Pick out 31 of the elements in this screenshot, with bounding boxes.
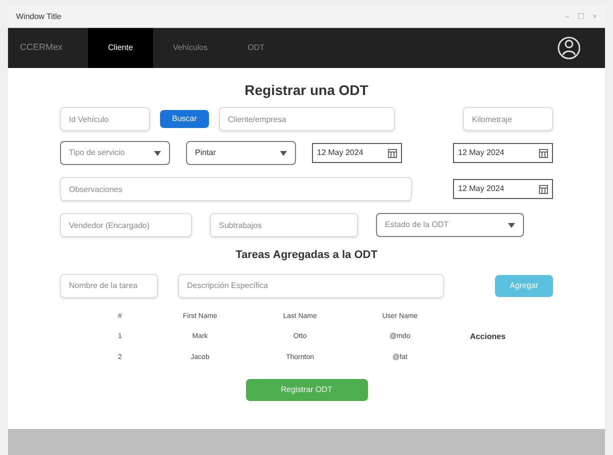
submit-button[interactable]: Registrar ODT [246,379,368,401]
input-field[interactable]: Id Vehículo [60,107,150,131]
input-field[interactable]: Subtrabajos [210,213,358,237]
select-field[interactable]: Pintar [186,141,296,165]
select-field[interactable]: Estado de la ODT [376,213,524,237]
date-field[interactable]: 12 May 2024 [453,143,553,163]
calendar-icon [539,148,548,158]
nav-tab[interactable]: Cliente [88,28,153,68]
page-title: Registrar una ODT [244,81,370,100]
select-field[interactable]: Tipo de servicio [60,141,170,165]
caret-icon [280,150,287,156]
window-title: Window Title [16,10,62,22]
input-field[interactable]: Observaciones [60,177,412,201]
caret-icon [508,222,515,228]
date-field[interactable]: 12 May 2024 [312,143,402,163]
nav-tab[interactable]: Vehículos [152,28,228,68]
input-field[interactable]: Vendedor (Encargado) [60,213,192,237]
section-title: Tareas Agregadas a la ODT [234,248,378,263]
input-field[interactable]: Descripción Específica [178,274,444,298]
user-icon [557,36,581,60]
caret-icon [154,150,161,156]
date-field[interactable]: 12 May 2024 [453,179,553,199]
calendar-icon [539,184,548,194]
search-button[interactable]: Buscar [160,110,209,128]
actions-header: Acciones [470,331,506,344]
calendar-icon [388,148,397,158]
input-field[interactable]: Nombre de la tarea [60,274,158,298]
nav-tab[interactable]: ODT [228,28,284,68]
input-field[interactable]: Cliente/empresa [218,107,395,131]
brand-logo: CCERMex [19,41,64,54]
input-field[interactable]: Kilometraje [463,107,553,131]
